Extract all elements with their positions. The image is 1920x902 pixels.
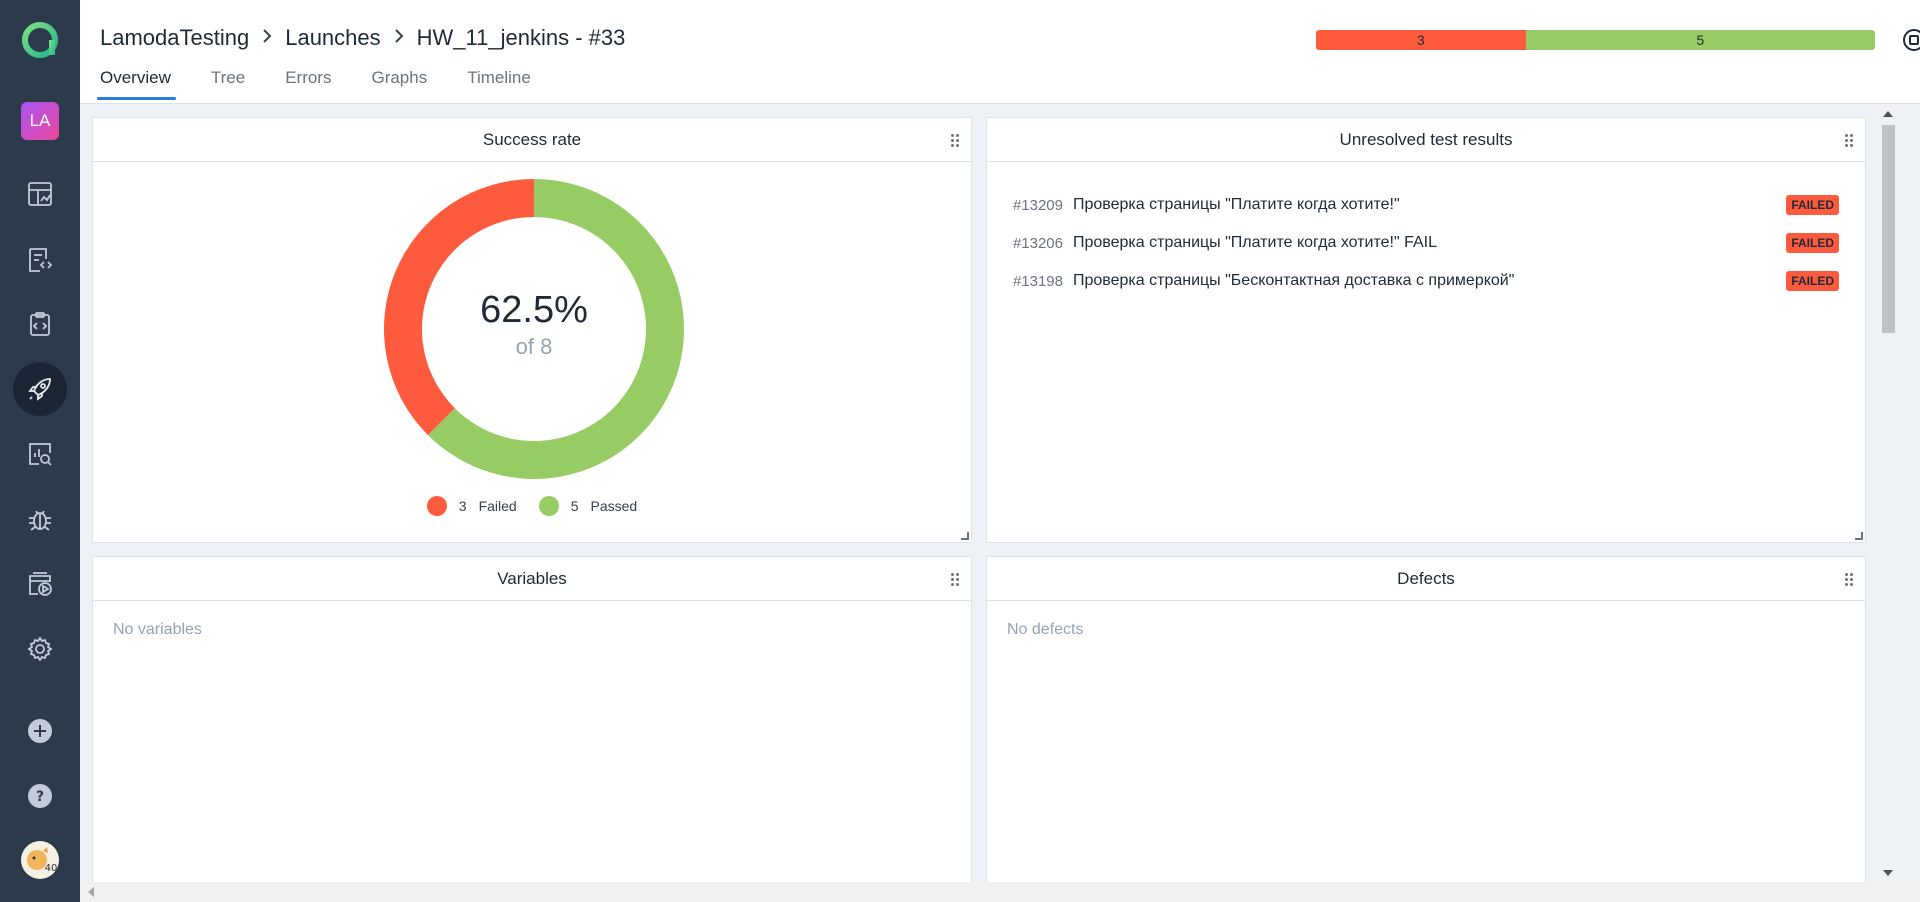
legend-passed[interactable]: 5 Passed	[538, 496, 638, 516]
donut-legend: 3 Failed 5 Passed	[93, 496, 971, 516]
svg-text:40: 40	[45, 863, 58, 874]
legend-failed-count: 3	[458, 498, 467, 514]
horizontal-scrollbar[interactable]	[80, 882, 1920, 902]
status-badge: FAILED	[1786, 271, 1839, 291]
scroll-left-icon[interactable]	[88, 887, 94, 897]
test-result-name: Проверка страницы "Платите когда хотите!…	[1073, 234, 1437, 251]
sidebar: LA ? 40	[0, 0, 80, 902]
legend-passed-label: Passed	[590, 498, 638, 514]
overview-content: Success rate 62.5% of 8 3 Failed 5 Passe…	[80, 105, 1878, 885]
allure-logo-icon[interactable]	[13, 13, 67, 67]
failed-dot-icon	[426, 496, 447, 516]
svg-text:?: ?	[36, 789, 44, 805]
dashboard-icon[interactable]	[13, 167, 67, 221]
chevron-right-icon	[393, 28, 405, 49]
scrollbar-thumb[interactable]	[1882, 125, 1895, 333]
tab-overview[interactable]: Overview	[97, 68, 176, 100]
empty-state-text: No defects	[1007, 621, 1084, 638]
widget-title: Unresolved test results	[987, 118, 1865, 162]
launches-icon[interactable]	[13, 362, 67, 416]
breadcrumb-launches[interactable]: Launches	[285, 25, 380, 51]
tab-timeline[interactable]: Timeline	[467, 68, 531, 100]
test-result-name: Проверка страницы "Бесконтактная доставк…	[1073, 272, 1515, 289]
scroll-down-icon[interactable]	[1883, 870, 1893, 876]
list-item[interactable]: #13198 Проверка страницы "Бесконтактная …	[987, 262, 1865, 300]
success-percent: 62.5%	[480, 288, 588, 331]
resize-handle-icon[interactable]	[961, 532, 969, 540]
breadcrumb: LamodaTesting Launches HW_11_jenkins - #…	[100, 25, 625, 51]
help-icon[interactable]: ?	[13, 769, 67, 823]
list-item[interactable]: #13206 Проверка страницы "Платите когда …	[987, 224, 1865, 262]
status-bar[interactable]: 3 5	[1316, 30, 1875, 50]
jobs-icon[interactable]	[13, 557, 67, 611]
widget-title: Variables	[93, 557, 971, 601]
breadcrumb-launch: HW_11_jenkins - #33	[416, 25, 626, 50]
test-result-id: #13198	[1012, 272, 1063, 290]
test-result-id: #13209	[1012, 196, 1063, 214]
test-plans-icon[interactable]	[13, 297, 67, 351]
stop-launch-button[interactable]	[1898, 24, 1920, 56]
drag-handle-icon[interactable]	[951, 134, 961, 148]
drag-handle-icon[interactable]	[1845, 573, 1855, 587]
status-badge: FAILED	[1786, 233, 1839, 253]
drag-handle-icon[interactable]	[951, 573, 961, 587]
empty-state-text: No variables	[113, 621, 202, 638]
status-bar-passed: 5	[1525, 30, 1875, 50]
launch-tabs: Overview Tree Errors Graphs Timeline	[97, 68, 571, 100]
status-badge: FAILED	[1786, 195, 1839, 215]
test-cases-icon[interactable]	[13, 233, 67, 287]
success-rate-donut: 62.5% of 8	[383, 178, 685, 480]
scroll-up-icon[interactable]	[1883, 111, 1893, 117]
project-avatar[interactable]: LA	[21, 102, 59, 140]
legend-failed-label: Failed	[478, 498, 517, 514]
passed-dot-icon	[538, 496, 559, 516]
legend-passed-count: 5	[570, 498, 579, 514]
breadcrumb-project[interactable]: LamodaTesting	[100, 25, 249, 51]
test-result-name: Проверка страницы "Платите когда хотите!…	[1073, 196, 1400, 213]
test-result-id: #13206	[1012, 234, 1063, 252]
total-count: of 8	[515, 333, 553, 359]
user-avatar[interactable]: 40	[21, 841, 59, 879]
legend-failed[interactable]: 3 Failed	[426, 496, 517, 516]
status-bar-failed: 3	[1316, 30, 1526, 50]
tab-graphs[interactable]: Graphs	[371, 68, 427, 100]
donut-center: 62.5% of 8	[383, 178, 685, 480]
list-item[interactable]: #13209 Проверка страницы "Платите когда …	[987, 186, 1865, 224]
tab-tree[interactable]: Tree	[211, 68, 245, 100]
success-rate-widget: Success rate 62.5% of 8 3 Failed 5 Passe…	[92, 117, 972, 543]
defects-widget: Defects No defects	[986, 556, 1866, 885]
analytics-icon[interactable]	[13, 427, 67, 481]
resize-handle-icon[interactable]	[1855, 532, 1863, 540]
tab-errors[interactable]: Errors	[285, 68, 331, 100]
unresolved-results-widget: Unresolved test results #13209 Проверка …	[986, 117, 1866, 543]
drag-handle-icon[interactable]	[1845, 134, 1855, 148]
settings-icon[interactable]	[13, 622, 67, 676]
defects-icon[interactable]	[13, 492, 67, 546]
unresolved-list: #13209 Проверка страницы "Платите когда …	[987, 186, 1865, 300]
chevron-right-icon	[261, 28, 273, 49]
vertical-scrollbar[interactable]	[1878, 105, 1898, 882]
widget-title: Success rate	[93, 118, 971, 162]
add-icon[interactable]	[13, 704, 67, 758]
variables-widget: Variables No variables	[92, 556, 972, 885]
widget-title: Defects	[987, 557, 1865, 601]
launch-header: LamodaTesting Launches HW_11_jenkins - #…	[80, 0, 1920, 104]
